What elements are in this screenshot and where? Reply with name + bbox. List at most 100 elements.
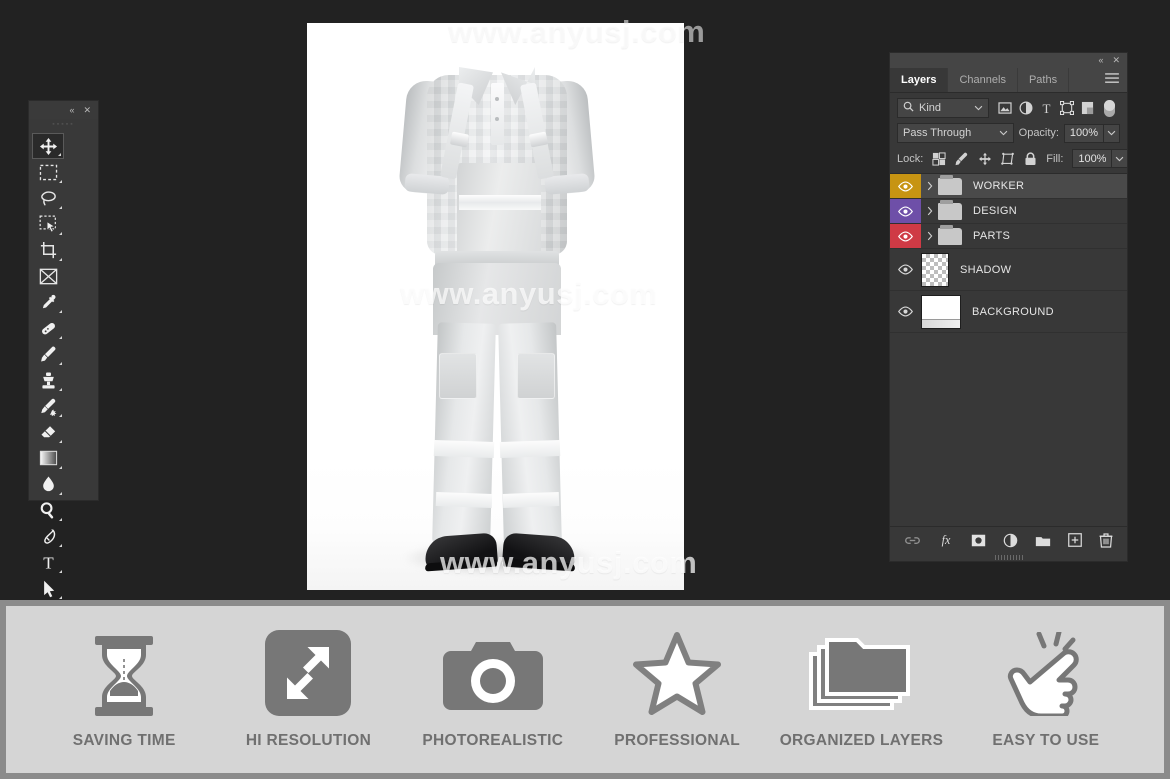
tool-submenu-indicator	[59, 336, 62, 339]
opacity-input[interactable]: 100%	[1064, 123, 1104, 143]
path-selection-tool[interactable]	[32, 575, 64, 601]
tools-close-button[interactable]: ✕	[83, 105, 91, 115]
lock-all-icon[interactable]	[1024, 151, 1037, 166]
document-canvas[interactable]	[307, 23, 684, 590]
layer-visibility-toggle[interactable]	[890, 199, 921, 223]
eraser-tool[interactable]	[32, 419, 64, 445]
group-expand-arrow-icon[interactable]	[921, 231, 938, 241]
reflective-band-ankle-left	[435, 492, 493, 508]
tool-submenu-indicator	[59, 388, 62, 391]
layer-visibility-toggle[interactable]	[890, 174, 921, 198]
lock-position-icon[interactable]	[978, 152, 992, 166]
delete-layer-icon[interactable]	[1099, 532, 1113, 548]
crop-tool[interactable]	[32, 237, 64, 263]
tool-submenu-indicator	[59, 258, 62, 261]
camera-icon	[442, 630, 543, 716]
filter-type-icon[interactable]: T	[1040, 101, 1053, 115]
layer-mask-icon[interactable]	[971, 534, 986, 547]
dodge-tool[interactable]	[32, 497, 64, 523]
filter-adjustment-icon[interactable]	[1019, 101, 1033, 115]
panel-menu-icon[interactable]	[1105, 71, 1119, 89]
feature-photorealistic: PHOTOREALISTIC	[405, 630, 581, 750]
new-group-icon[interactable]	[1035, 534, 1051, 547]
group-expand-arrow-icon[interactable]	[921, 206, 938, 216]
blend-mode-select[interactable]: Pass Through	[897, 123, 1014, 143]
filter-kind-select[interactable]: Kind	[897, 98, 989, 118]
cargo-pocket-left	[439, 353, 477, 399]
frame-tool[interactable]	[32, 263, 64, 289]
quick-selection-tool[interactable]	[32, 211, 64, 237]
gradient-tool[interactable]	[32, 445, 64, 471]
tools-panel-grip[interactable]: ▪▪▪▪▪	[29, 119, 98, 130]
filter-pixel-icon[interactable]	[998, 102, 1012, 114]
new-layer-icon[interactable]	[1068, 533, 1082, 547]
fill-stepper-chevron-icon[interactable]	[1112, 149, 1129, 168]
shirt-placket	[491, 83, 504, 145]
fill-input[interactable]: 100%	[1072, 149, 1113, 168]
layers-close-button[interactable]: ✕	[1112, 56, 1120, 65]
tool-submenu-indicator	[59, 570, 62, 573]
pen-tool[interactable]	[32, 523, 64, 549]
layer-visibility-toggle[interactable]	[890, 224, 921, 248]
layer-name: BACKGROUND	[972, 305, 1054, 318]
brush-tool[interactable]	[32, 341, 64, 367]
rectangular-marquee-tool[interactable]	[32, 159, 64, 185]
table-row[interactable]: BACKGROUND	[890, 291, 1127, 333]
tools-panel: « ✕ ▪▪▪▪▪ T	[28, 100, 99, 759]
filter-smart-object-icon[interactable]	[1081, 101, 1094, 115]
chevron-down-icon	[974, 102, 983, 114]
history-brush-tool[interactable]	[32, 393, 64, 419]
table-row[interactable]: PARTS	[890, 224, 1127, 249]
layer-visibility-toggle[interactable]	[890, 249, 921, 290]
panel-resize-handle[interactable]	[890, 553, 1127, 561]
table-row[interactable]: WORKER	[890, 174, 1127, 199]
feature-easy-to-use: EASY TO USE	[958, 630, 1134, 750]
group-expand-arrow-icon[interactable]	[921, 181, 938, 191]
app-root: www.anyusj.com www.anyusj.com www.anyusj…	[0, 0, 1170, 779]
filter-kind-label: Kind	[919, 102, 942, 114]
opacity-stepper-chevron-icon[interactable]	[1104, 123, 1120, 143]
clone-stamp-tool[interactable]	[32, 367, 64, 393]
fill-label: Fill:	[1046, 152, 1064, 165]
tab-layers[interactable]: Layers	[890, 68, 949, 92]
resize-grip	[994, 554, 1023, 560]
link-layers-icon[interactable]	[904, 535, 921, 546]
table-row[interactable]: DESIGN	[890, 199, 1127, 224]
svg-text:T: T	[1043, 101, 1051, 115]
tools-collapse-button[interactable]: «	[69, 105, 74, 115]
tab-channels[interactable]: Channels	[948, 68, 1018, 92]
svg-text:fx: fx	[942, 533, 951, 547]
overall-bib-panel	[457, 163, 541, 263]
tab-paths[interactable]: Paths	[1018, 68, 1070, 92]
tool-submenu-indicator	[59, 544, 62, 547]
lock-image-pixels-icon[interactable]	[955, 152, 969, 166]
filter-shape-icon[interactable]	[1060, 101, 1074, 115]
folder-stack-icon	[807, 630, 915, 716]
layer-thumbnail-folder	[938, 224, 962, 245]
feature-strip: SAVING TIME HI RESOLUTION PHOTOREALISTIC…	[0, 600, 1170, 779]
healing-brush-tool[interactable]	[32, 315, 64, 341]
lock-artboard-nesting-icon[interactable]	[1001, 152, 1015, 166]
adjustment-layer-icon[interactable]	[1003, 533, 1018, 548]
eyedropper-tool[interactable]	[32, 289, 64, 315]
layers-collapse-button[interactable]: «	[1098, 56, 1103, 65]
type-tool[interactable]: T	[32, 549, 64, 575]
lock-transparent-pixels-icon[interactable]	[932, 151, 946, 166]
feature-label: SAVING TIME	[72, 731, 176, 749]
chevron-down-icon	[999, 127, 1008, 139]
reflective-band-knee-left	[433, 439, 495, 459]
layer-style-fx-icon[interactable]: fx	[938, 533, 954, 547]
feature-label: HI RESOLUTION	[245, 731, 372, 749]
table-row[interactable]: SHADOW	[890, 249, 1127, 291]
lasso-tool[interactable]	[32, 185, 64, 211]
lock-label: Lock:	[897, 152, 924, 165]
filter-toggle-switch[interactable]	[1104, 99, 1115, 117]
blur-tool[interactable]	[32, 471, 64, 497]
tool-submenu-indicator	[59, 440, 62, 443]
move-tool[interactable]	[32, 133, 64, 159]
worker-mockup-figure	[307, 23, 684, 590]
layer-visibility-toggle[interactable]	[890, 291, 921, 332]
tapping-hand-icon	[1003, 630, 1089, 716]
star-icon	[632, 630, 722, 716]
reflective-band-chest	[459, 195, 541, 210]
